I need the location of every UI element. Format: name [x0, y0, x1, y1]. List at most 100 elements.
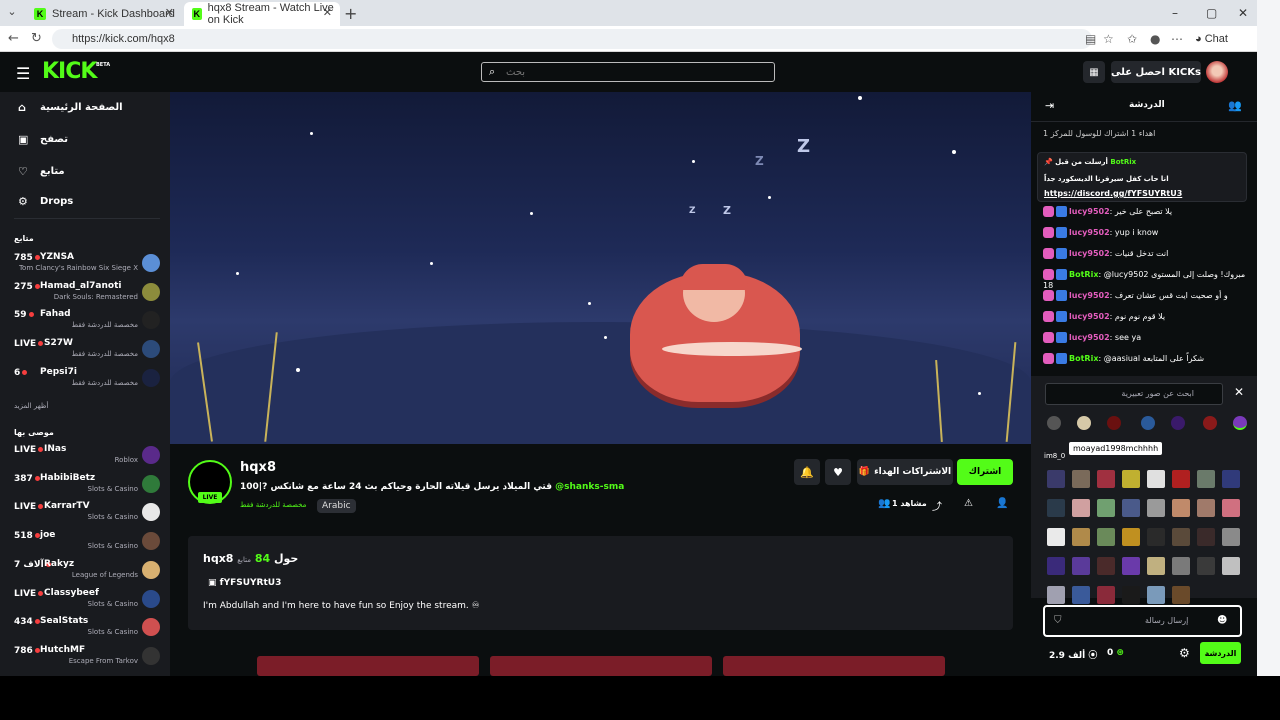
- search-bar[interactable]: ⌕: [481, 62, 775, 82]
- show-more-link[interactable]: أظهر المزيد: [14, 402, 48, 410]
- emote-set-tab[interactable]: [1077, 416, 1091, 430]
- sidebar-channel[interactable]: 786 HutchMF Escape From Tarkov: [14, 645, 160, 669]
- emote[interactable]: [1047, 470, 1065, 488]
- maximize-icon[interactable]: ▢: [1206, 6, 1217, 20]
- clip-thumbnail[interactable]: [257, 656, 479, 676]
- emote[interactable]: [1122, 470, 1140, 488]
- emote-set-tab[interactable]: [1141, 416, 1155, 430]
- copilot-chat-button[interactable]: ◕ Chat: [1195, 30, 1228, 48]
- subscribe-button[interactable]: اشتراك: [957, 459, 1013, 485]
- emote-search-input[interactable]: ابحث عن صور تعبيرية: [1045, 383, 1223, 405]
- emote[interactable]: [1072, 528, 1090, 546]
- minimize-icon[interactable]: –: [1172, 6, 1178, 20]
- emote[interactable]: [1197, 557, 1215, 575]
- profile-icon[interactable]: ●: [1150, 32, 1160, 46]
- emote[interactable]: [1172, 586, 1190, 604]
- video-player[interactable]: Z Z Z Z: [170, 92, 1031, 444]
- chat-input[interactable]: ⛉ إرسال رسالة ☻: [1043, 605, 1242, 637]
- emote[interactable]: [1097, 528, 1115, 546]
- tab-kick-dashboard[interactable]: K Stream - Kick Dashboard ✕: [26, 2, 182, 26]
- emote[interactable]: [1122, 557, 1140, 575]
- discord-link[interactable]: ▣ fYFSUYRtU3: [208, 578, 281, 588]
- chat-users-icon[interactable]: 👥: [1228, 99, 1242, 112]
- send-chat-button[interactable]: الدردشة: [1200, 642, 1241, 664]
- close-tab-icon[interactable]: ✕: [165, 6, 174, 19]
- report-icon[interactable]: ⚠: [964, 498, 973, 509]
- sidebar-channel[interactable]: LIVE S27W مخصصة للدردشة فقط: [14, 338, 160, 362]
- pinned-link[interactable]: https://discord.gg/fYFSUYRtU3: [1044, 189, 1182, 198]
- close-window-icon[interactable]: ✕: [1238, 6, 1248, 20]
- stream-category[interactable]: مخصصة للدردشة فقط: [240, 501, 306, 509]
- sidebar-channel[interactable]: LIVE INas Roblox: [14, 444, 160, 468]
- emote[interactable]: [1047, 528, 1065, 546]
- emote[interactable]: [1172, 557, 1190, 575]
- sidebar-item-browse[interactable]: ▣ تصفح: [18, 130, 68, 148]
- chat-username[interactable]: lucy9502: [1069, 249, 1110, 258]
- emote[interactable]: [1222, 470, 1240, 488]
- emote-set-tab[interactable]: [1233, 416, 1247, 430]
- emote[interactable]: [1147, 557, 1165, 575]
- menu-icon[interactable]: ☰: [16, 64, 30, 83]
- pinned-user[interactable]: BotRix: [1110, 158, 1136, 166]
- emote[interactable]: [1222, 528, 1240, 546]
- tab-search-icon[interactable]: ⌄: [4, 5, 20, 21]
- back-icon[interactable]: ←: [8, 31, 19, 46]
- emote[interactable]: [1047, 499, 1065, 517]
- user-avatar[interactable]: [1206, 61, 1228, 83]
- settings-gear-icon[interactable]: ⚙: [1179, 646, 1190, 660]
- get-kicks-button[interactable]: احصل على KICKs: [1111, 61, 1201, 83]
- star-icon[interactable]: ☆: [1103, 32, 1114, 46]
- emote[interactable]: [1097, 470, 1115, 488]
- more-icon[interactable]: ⋯: [1171, 32, 1183, 46]
- chat-username[interactable]: BotRix: [1069, 270, 1098, 279]
- emote[interactable]: [1197, 499, 1215, 517]
- emote[interactable]: [1172, 528, 1190, 546]
- emote[interactable]: [1147, 499, 1165, 517]
- follow-button[interactable]: ♥: [825, 459, 851, 485]
- streamer-name[interactable]: hqx8: [240, 460, 276, 475]
- emote[interactable]: [1222, 499, 1240, 517]
- share-icon[interactable]: ⤴: [932, 498, 942, 513]
- new-tab-icon[interactable]: +: [344, 4, 357, 23]
- search-input[interactable]: [506, 65, 766, 79]
- url-field[interactable]: https://kick.com/hqx8: [52, 29, 1092, 49]
- emote[interactable]: [1122, 586, 1140, 604]
- favorites-icon[interactable]: ✩: [1127, 32, 1137, 46]
- language-tag[interactable]: Arabic: [317, 499, 356, 513]
- emote[interactable]: [1147, 470, 1165, 488]
- sidebar-channel[interactable]: LIVE KarrarTV Slots & Casino: [14, 501, 160, 525]
- emote[interactable]: [1072, 586, 1090, 604]
- sidebar-channel[interactable]: 275 Hamad_al7anoti Dark Souls: Remastered: [14, 281, 160, 305]
- emote[interactable]: [1122, 528, 1140, 546]
- reader-icon[interactable]: ▤: [1085, 32, 1096, 46]
- emote[interactable]: [1097, 557, 1115, 575]
- clip-thumbnail[interactable]: [723, 656, 945, 676]
- sidebar-channel[interactable]: 387 HabibiBetz Slots & Casino: [14, 473, 160, 497]
- emote-icon[interactable]: ☻: [1217, 615, 1227, 626]
- sidebar-item-drops[interactable]: ⚙ Drops: [18, 192, 73, 210]
- tab-hqx8-stream[interactable]: K hqx8 Stream - Watch Live on Kick ✕: [184, 2, 340, 26]
- emote[interactable]: [1072, 557, 1090, 575]
- emote[interactable]: [1222, 557, 1240, 575]
- emote[interactable]: [1047, 557, 1065, 575]
- emote[interactable]: [1072, 470, 1090, 488]
- title-mention[interactable]: @shanks-sma: [555, 482, 624, 492]
- sidebar-channel[interactable]: 785 YZNSA Tom Clancy's Rainbow Six Siege X: [14, 252, 160, 276]
- emote[interactable]: [1147, 528, 1165, 546]
- emote[interactable]: [1097, 586, 1115, 604]
- emote-set-tab[interactable]: [1203, 416, 1217, 430]
- emote-set-tab[interactable]: [1171, 416, 1185, 430]
- emote[interactable]: [1197, 470, 1215, 488]
- sidebar-item-following[interactable]: ♡ متابع: [18, 162, 65, 180]
- collapse-chat-icon[interactable]: ⇥: [1045, 99, 1054, 112]
- emote[interactable]: [1147, 586, 1165, 604]
- reload-icon[interactable]: ↻: [31, 31, 42, 46]
- close-picker-icon[interactable]: ✕: [1234, 385, 1244, 399]
- emote-set-tab[interactable]: [1047, 416, 1061, 430]
- chat-username[interactable]: lucy9502: [1069, 333, 1110, 342]
- notification-button[interactable]: 🔔: [794, 459, 820, 485]
- user-options-icon[interactable]: 👤: [996, 498, 1008, 509]
- emote[interactable]: [1172, 470, 1190, 488]
- sidebar-channel[interactable]: 434 SealStats Slots & Casino: [14, 616, 160, 640]
- gift-subs-button[interactable]: 🎁 الاشتراكات الهداء: [857, 459, 953, 485]
